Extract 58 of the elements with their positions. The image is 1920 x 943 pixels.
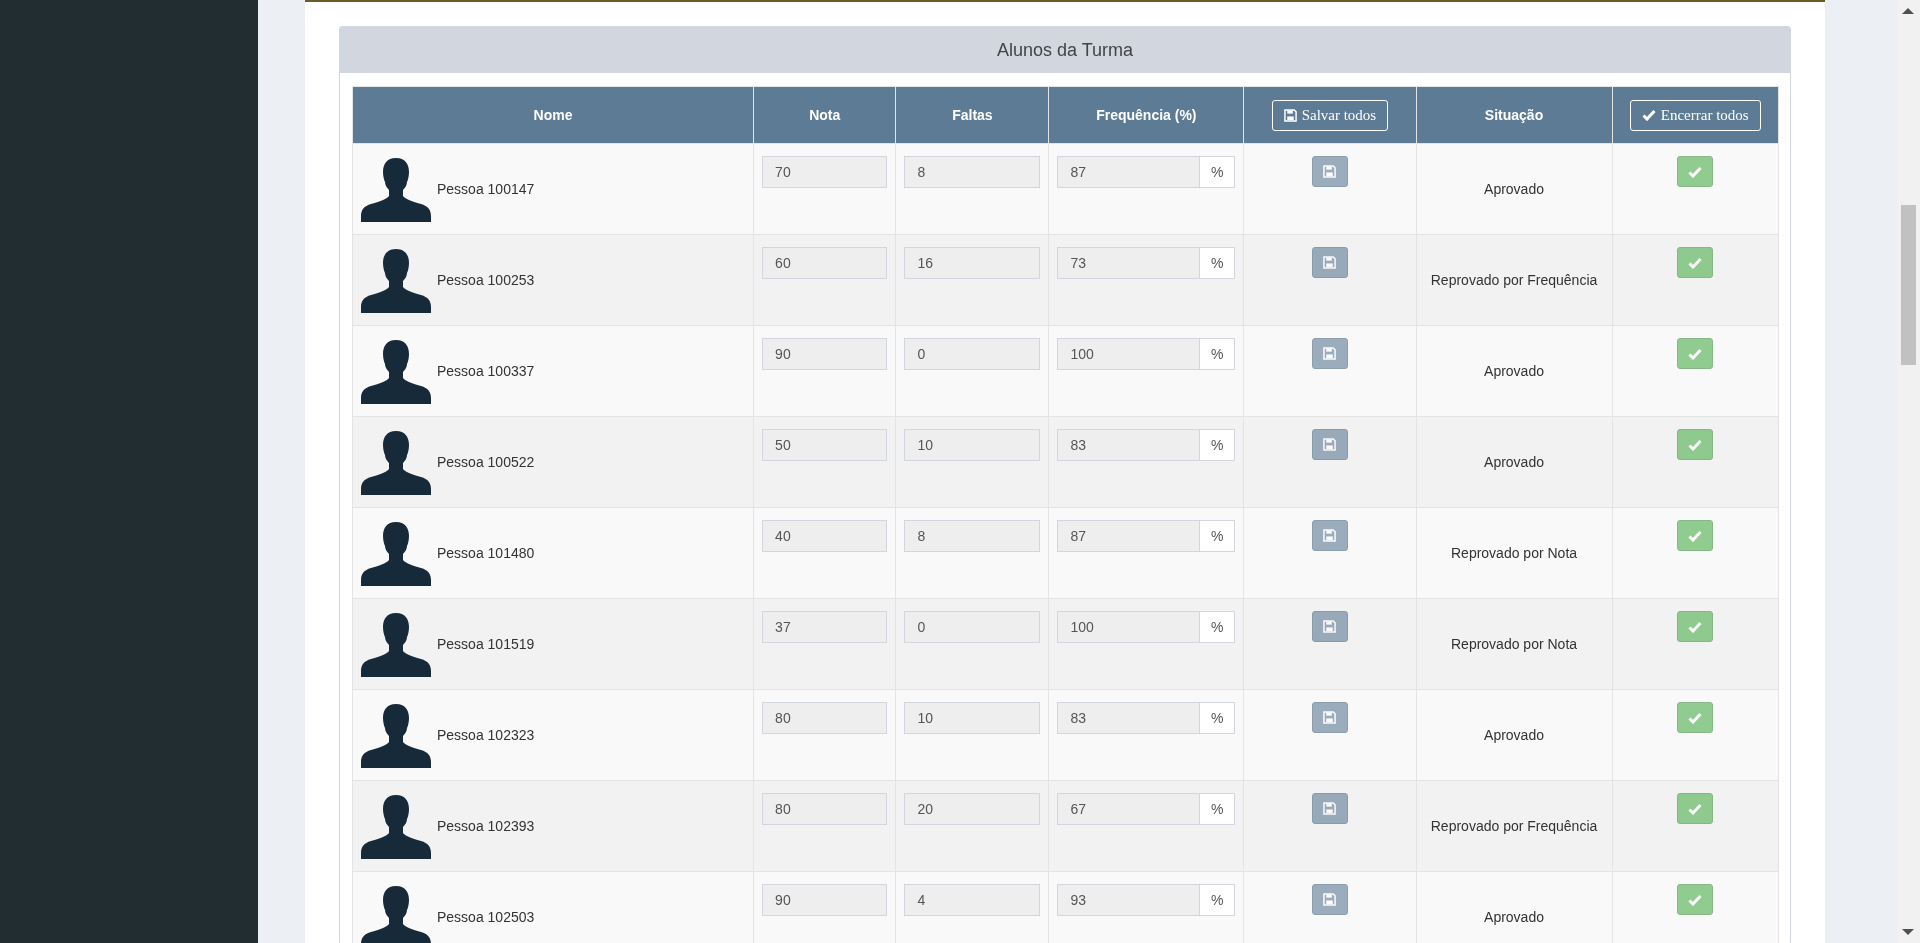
student-name: Pessoa 102503 bbox=[437, 909, 535, 925]
percent-addon: % bbox=[1200, 884, 1236, 916]
student-name: Pessoa 102393 bbox=[437, 818, 535, 834]
column-header: Faltas bbox=[952, 107, 993, 123]
status-text: Aprovado bbox=[1484, 363, 1544, 379]
student-name: Pessoa 102323 bbox=[437, 727, 535, 743]
scroll-down-icon[interactable] bbox=[1902, 929, 1914, 935]
avatar-silhouette-icon bbox=[361, 884, 431, 943]
scrollbar-thumb[interactable] bbox=[1901, 205, 1916, 365]
check-icon bbox=[1688, 711, 1703, 724]
status-text: Reprovado por Nota bbox=[1451, 545, 1578, 561]
status-text: Reprovado por Frequência bbox=[1430, 272, 1598, 288]
card-title: Alunos da Turma bbox=[996, 39, 1134, 61]
check-icon bbox=[1688, 438, 1703, 451]
check-icon bbox=[1688, 165, 1703, 178]
check-icon bbox=[1688, 256, 1703, 269]
student-name: Pessoa 100253 bbox=[437, 272, 535, 288]
check-icon bbox=[1688, 893, 1703, 906]
column-header: Situação bbox=[1484, 107, 1544, 123]
column-header: Nome bbox=[533, 107, 573, 123]
status-text: Aprovado bbox=[1484, 454, 1544, 470]
avatar-silhouette-icon bbox=[361, 338, 431, 404]
column-header: Nota bbox=[809, 107, 841, 123]
check-icon bbox=[1688, 620, 1703, 633]
close-all-button[interactable]: Encerrar todos bbox=[1629, 99, 1761, 131]
percent-addon: % bbox=[1200, 520, 1236, 552]
avatar-silhouette-icon bbox=[361, 702, 431, 768]
status-text: Aprovado bbox=[1484, 909, 1544, 925]
check-icon bbox=[1688, 347, 1703, 360]
scroll-up-icon[interactable] bbox=[1902, 8, 1914, 14]
student-name: Pessoa 100147 bbox=[437, 181, 535, 197]
avatar-silhouette-icon bbox=[361, 156, 431, 222]
status-text: Aprovado bbox=[1484, 181, 1544, 197]
check-icon bbox=[1688, 529, 1703, 542]
percent-addon: % bbox=[1200, 702, 1236, 734]
save-all-button[interactable]: Salvar todos bbox=[1271, 99, 1389, 131]
avatar-silhouette-icon bbox=[361, 520, 431, 586]
percent-addon: % bbox=[1200, 338, 1236, 370]
column-header: Frequência (%) bbox=[1096, 107, 1197, 123]
status-text: Reprovado por Nota bbox=[1451, 636, 1578, 652]
student-name: Pessoa 101519 bbox=[437, 636, 535, 652]
percent-addon: % bbox=[1200, 611, 1236, 643]
check-icon bbox=[1688, 802, 1703, 815]
status-text: Aprovado bbox=[1484, 727, 1544, 743]
percent-addon: % bbox=[1200, 793, 1236, 825]
check-icon bbox=[1641, 109, 1656, 121]
status-text: Reprovado por Frequência bbox=[1430, 818, 1598, 834]
percent-addon: % bbox=[1200, 429, 1236, 461]
avatar-silhouette-icon bbox=[361, 429, 431, 495]
student-name: Pessoa 100522 bbox=[437, 454, 535, 470]
percent-addon: % bbox=[1200, 247, 1236, 279]
scrollbar[interactable] bbox=[1897, 0, 1920, 943]
percent-addon: % bbox=[1200, 156, 1236, 188]
avatar-silhouette-icon bbox=[361, 793, 431, 859]
avatar-silhouette-icon bbox=[361, 611, 431, 677]
avatar-silhouette-icon bbox=[361, 247, 431, 313]
student-name: Pessoa 100337 bbox=[437, 363, 535, 379]
student-name: Pessoa 101480 bbox=[437, 545, 535, 561]
